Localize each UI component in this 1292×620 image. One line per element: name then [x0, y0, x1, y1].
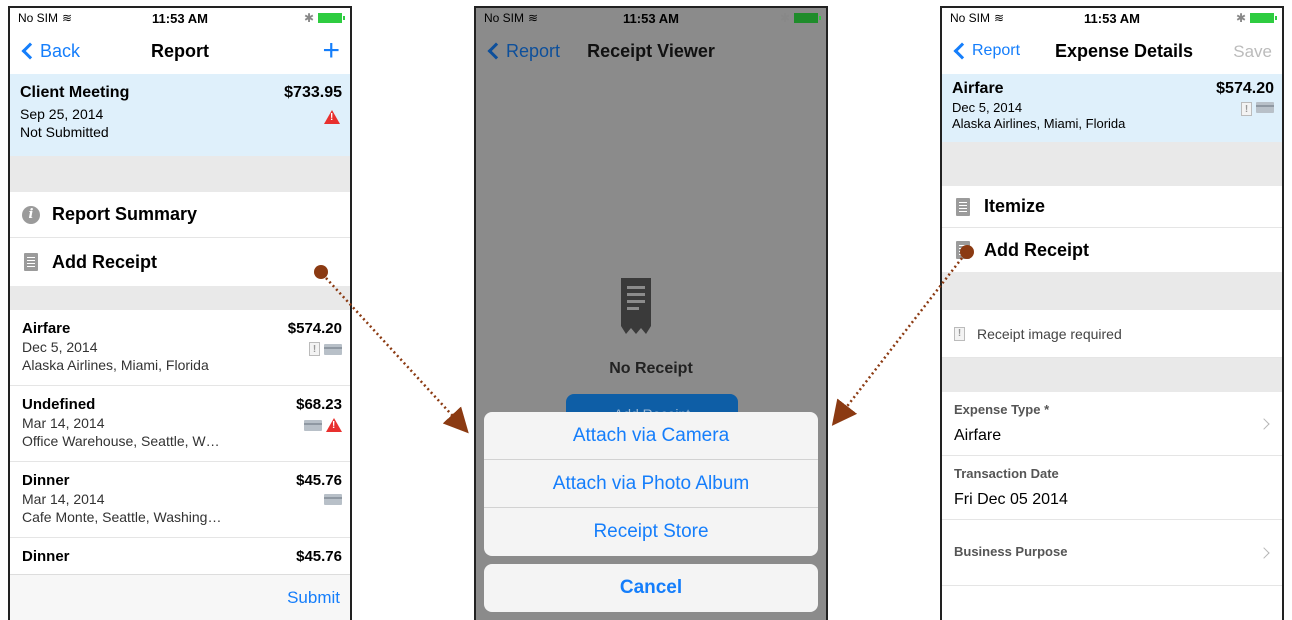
attach-photo-album-button[interactable]: Attach via Photo Album: [484, 460, 818, 508]
expense-place: Office Warehouse, Seattle, W…: [22, 433, 220, 449]
itemize-label: Itemize: [984, 196, 1046, 216]
report-header: Client Meeting Sep 25, 2014 Not Submitte…: [10, 74, 350, 156]
report-summary-row[interactable]: i Report Summary: [10, 192, 350, 238]
credit-card-icon: [304, 419, 322, 431]
expense-details-screen: No SIM ≋ 11:53 AM ✱ Report Expense Detail…: [940, 6, 1284, 620]
action-sheet: Attach via Camera Attach via Photo Album…: [484, 412, 818, 556]
expense-date: Mar 14, 2014: [22, 415, 105, 431]
submit-button[interactable]: Submit: [287, 588, 340, 608]
expense-date: Dec 5, 2014: [22, 339, 98, 355]
back-button[interactable]: Back: [20, 41, 80, 62]
expense-amount: $45.76: [296, 472, 342, 489]
expense-amount: $45.76: [296, 548, 342, 565]
credit-card-icon: [324, 343, 342, 355]
battery-icon: [318, 13, 345, 23]
expense-amount: $574.20: [1216, 80, 1274, 97]
expense-header: Airfare Dec 5, 2014 Alaska Airlines, Mia…: [942, 74, 1282, 142]
add-receipt-row[interactable]: Add Receipt: [942, 228, 1282, 272]
credit-card-icon: [324, 494, 342, 505]
expense-type-field[interactable]: Expense Type * Airfare: [942, 392, 1282, 456]
nav-bar: Report Receipt Viewer: [476, 28, 826, 74]
battery-icon: [794, 13, 821, 23]
battery-indicator: ✱: [303, 11, 345, 25]
back-button[interactable]: Report: [952, 42, 1020, 60]
expense-place: Alaska Airlines, Miami, Florida: [22, 357, 209, 373]
bluetooth-icon: ✱: [303, 11, 314, 25]
business-purpose-field[interactable]: Business Purpose: [942, 520, 1282, 586]
nav-bar: Back Report +: [10, 28, 350, 74]
expense-date: Mar 14, 2014: [22, 491, 105, 507]
status-bar: No SIM ≋ 11:53 AM ✱: [942, 8, 1282, 28]
toolbar: Submit: [10, 574, 350, 620]
nav-bar: Report Expense Details Save: [942, 28, 1282, 74]
section-spacer: [942, 358, 1282, 392]
add-receipt-row[interactable]: Add Receipt: [10, 238, 350, 286]
expense-name: Dinner: [22, 472, 70, 489]
receipt-missing-icon: !: [1241, 102, 1252, 116]
report-summary-label: Report Summary: [52, 204, 198, 224]
bluetooth-icon: ✱: [1235, 11, 1246, 25]
expense-amount: $574.20: [287, 320, 342, 337]
report-total: $733.95: [284, 84, 342, 101]
receipt-store-button[interactable]: Receipt Store: [484, 508, 818, 556]
report-status: Not Submitted: [20, 124, 109, 140]
info-icon: i: [22, 205, 40, 225]
credit-card-icon: [1256, 102, 1274, 113]
itemize-icon: [954, 197, 972, 217]
section-spacer: [10, 286, 350, 310]
cancel-button[interactable]: Cancel: [484, 564, 818, 612]
transaction-date-field[interactable]: Transaction Date Fri Dec 05 2014: [942, 456, 1282, 520]
add-receipt-label: Add Receipt: [52, 251, 158, 272]
status-time: 11:53 AM: [1084, 10, 1140, 26]
receipt-icon: [954, 240, 972, 260]
add-expense-button[interactable]: +: [322, 36, 340, 66]
chevron-left-icon: [953, 42, 971, 60]
field-label: Transaction Date: [954, 466, 1059, 481]
receipt-icon: [621, 278, 651, 334]
receipt-viewer-screen: No SIM ≋ 11:53 AM ✱ Report Receipt Viewer…: [474, 6, 828, 620]
report-date: Sep 25, 2014: [20, 106, 104, 122]
receipt-missing-icon: !: [309, 342, 320, 356]
expense-row[interactable]: Dinner Mar 14, 2014 Cafe Monte, Seattle,…: [10, 462, 350, 538]
battery-indicator: ✱: [1235, 11, 1277, 25]
itemize-row[interactable]: Itemize: [942, 186, 1282, 228]
no-receipt-label: No Receipt: [609, 360, 693, 377]
report-screen: No SIM ≋ 11:53 AM ✱ Back Report + Client …: [8, 6, 352, 620]
attach-camera-button[interactable]: Attach via Camera: [484, 412, 818, 460]
status-bar: No SIM ≋ 11:53 AM ✱: [476, 8, 826, 28]
chevron-left-icon: [21, 42, 39, 60]
section-spacer: [10, 156, 350, 192]
expense-row[interactable]: Airfare Dec 5, 2014 Alaska Airlines, Mia…: [10, 310, 350, 386]
section-spacer: [942, 142, 1282, 186]
warning-icon: [326, 418, 342, 432]
field-label: Expense Type *: [954, 402, 1050, 417]
field-value: Fri Dec 05 2014: [954, 491, 1068, 508]
status-time: 11:53 AM: [152, 10, 208, 26]
bluetooth-icon: ✱: [779, 11, 790, 25]
add-receipt-label: Add Receipt: [984, 239, 1090, 260]
battery-indicator: ✱: [779, 11, 821, 25]
expense-name: Undefined: [22, 396, 96, 413]
back-button[interactable]: Report: [486, 41, 560, 62]
status-time: 11:53 AM: [623, 10, 679, 26]
receipt-required-label: Receipt image required: [977, 325, 1122, 342]
chevron-left-icon: [487, 42, 505, 60]
expense-amount: $68.23: [296, 396, 342, 413]
status-bar: No SIM ≋ 11:53 AM ✱: [10, 8, 350, 28]
warning-icon: [324, 110, 340, 124]
expense-date: Dec 5, 2014: [952, 100, 1023, 115]
receipt-icon: [22, 252, 40, 272]
field-label: Business Purpose: [954, 544, 1068, 559]
save-button[interactable]: Save: [1233, 43, 1272, 60]
expense-row[interactable]: Undefined Mar 14, 2014 Office Warehouse,…: [10, 386, 350, 462]
section-spacer: [942, 272, 1282, 310]
receipt-required-message: ! Receipt image required: [942, 310, 1282, 358]
field-value: Airfare: [954, 427, 1002, 444]
receipt-missing-icon: !: [954, 326, 965, 341]
expense-place: Alaska Airlines, Miami, Florida: [952, 116, 1126, 131]
battery-icon: [1250, 13, 1277, 23]
expense-name: Dinner: [22, 548, 70, 565]
expense-place: Cafe Monte, Seattle, Washing…: [22, 509, 222, 525]
